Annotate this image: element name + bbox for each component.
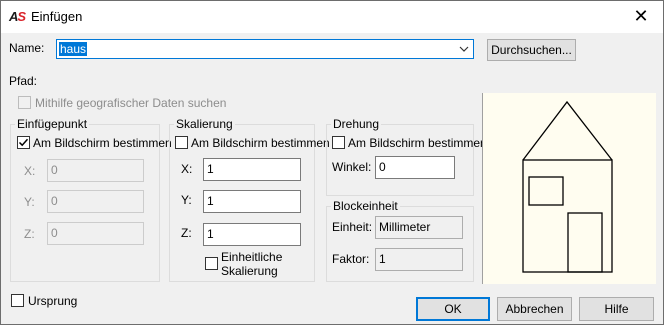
title-bar: AS Einfügen ✕	[1, 1, 663, 33]
insertion-x-field[interactable]: 0	[47, 159, 144, 182]
origin-label: Ursprung	[28, 294, 78, 308]
insertion-y-label: Y:	[24, 195, 35, 209]
factor-field: 1	[375, 248, 463, 271]
dialog-title: Einfügen	[31, 9, 83, 24]
rotation-title: Drehung	[331, 117, 382, 131]
angle-field[interactable]: 0	[375, 156, 455, 179]
block-preview	[482, 93, 656, 284]
insertion-on-screen-checkbox[interactable]	[17, 136, 30, 149]
factor-label: Faktor:	[332, 252, 370, 266]
scale-title: Skalierung	[174, 117, 235, 131]
scale-y-label: Y:	[181, 193, 192, 207]
chevron-down-icon[interactable]	[458, 42, 470, 56]
path-label: Pfad:	[9, 74, 38, 88]
insertion-y-field[interactable]: 0	[47, 190, 144, 213]
insertion-x-label: X:	[24, 164, 36, 178]
uniform-scale-label-line2: Skalierung	[221, 264, 278, 278]
name-input-value[interactable]: haus	[59, 42, 88, 56]
scale-x-label: X:	[181, 162, 193, 176]
origin-checkbox[interactable]	[11, 294, 24, 307]
rotation-on-screen-label: Am Bildschirm bestimmen	[348, 136, 487, 150]
insert-dialog: AS Einfügen ✕ Name: haus Durchsuchen... …	[0, 0, 664, 325]
ok-button[interactable]: OK	[416, 297, 490, 321]
cancel-button[interactable]: Abbrechen	[497, 297, 572, 321]
insertion-point-title: Einfügepunkt	[15, 117, 90, 131]
checkmark-icon	[18, 138, 29, 147]
insertion-z-label: Z:	[24, 227, 35, 241]
unit-label: Einheit:	[332, 220, 373, 234]
scale-x-field[interactable]: 1	[203, 158, 301, 181]
scale-z-field[interactable]: 1	[203, 223, 301, 246]
close-icon[interactable]: ✕	[623, 1, 659, 31]
scale-y-field[interactable]: 1	[203, 190, 301, 213]
uniform-scale-label-line1: Einheitliche	[221, 250, 283, 264]
insertion-on-screen-label: Am Bildschirm bestimmen	[33, 136, 172, 150]
help-button[interactable]: Hilfe	[579, 297, 654, 321]
insertion-z-field[interactable]: 0	[47, 222, 144, 245]
geo-data-checkbox[interactable]	[18, 96, 31, 109]
scale-on-screen-checkbox[interactable]	[175, 136, 188, 149]
app-logo-icon: AS	[9, 9, 26, 24]
angle-label: Winkel:	[332, 160, 372, 174]
house-preview-drawing	[483, 93, 655, 283]
geo-data-label: Mithilfe geografischer Daten suchen	[35, 96, 227, 110]
name-label: Name:	[9, 41, 45, 55]
browse-button[interactable]: Durchsuchen...	[487, 39, 576, 61]
block-unit-title: Blockeinheit	[331, 199, 400, 213]
rotation-on-screen-checkbox[interactable]	[332, 136, 345, 149]
scale-on-screen-label: Am Bildschirm bestimmen	[191, 136, 330, 150]
scale-z-label: Z:	[181, 226, 192, 240]
uniform-scale-checkbox[interactable]	[205, 257, 218, 270]
unit-field: Millimeter	[375, 216, 463, 239]
name-combobox[interactable]: haus	[56, 39, 474, 59]
